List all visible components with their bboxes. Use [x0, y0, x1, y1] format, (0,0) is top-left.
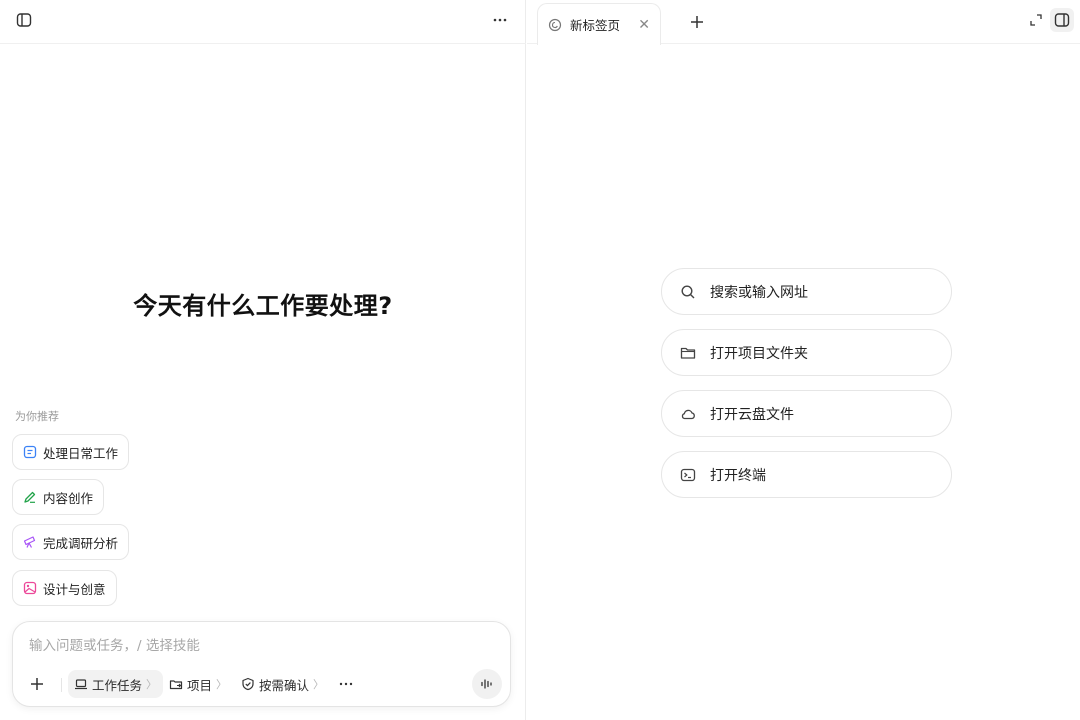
search-icon [681, 284, 695, 298]
search-or-url-button[interactable]: 搜索或输入网址 [661, 268, 952, 315]
prompt-input[interactable] [29, 634, 489, 658]
pen-icon [24, 491, 36, 503]
shield-check-icon [242, 677, 254, 691]
sidebar-toggle-icon[interactable] [12, 8, 36, 32]
recommend-title: 为你推荐 [15, 410, 59, 423]
app-window: 今天有什么工作要处理? 为你推荐 处理日常工作 内容创作 完成调研分析 设计与创… [0, 0, 1080, 720]
image-icon [23, 581, 37, 595]
browser-panel: 新标签页 ✕ 搜索或输入网址 打开项目文件夹 打开云盘文件 打开终端 [527, 0, 1080, 720]
chevron-right-icon: 〉 [216, 678, 228, 691]
browser-tab-icon [548, 18, 562, 31]
confirm-mode-selector[interactable]: 按需确认 〉 [235, 670, 330, 698]
project-icon [169, 680, 183, 690]
chip-label: 设计与创意 [43, 581, 106, 597]
close-tab-icon[interactable]: ✕ [638, 17, 650, 33]
open-terminal-button[interactable]: 打开终端 [661, 451, 952, 498]
chip-label: 内容创作 [43, 490, 94, 506]
panel-toggle-icon[interactable] [1050, 8, 1074, 32]
more-tools-icon[interactable] [334, 672, 358, 696]
laptop-icon [75, 679, 87, 690]
action-label: 打开云盘文件 [710, 406, 794, 423]
chip-label: 处理日常工作 [43, 445, 119, 461]
list-doc-icon [23, 445, 37, 459]
chip-daily-work[interactable]: 处理日常工作 [12, 434, 130, 470]
tab-bar: 新标签页 ✕ [527, 0, 1080, 45]
tab-new-tab[interactable]: 新标签页 ✕ [537, 3, 661, 45]
work-task-selector[interactable]: 工作任务 〉 [68, 670, 164, 698]
chat-toolbar [0, 0, 526, 44]
more-options-icon[interactable] [488, 8, 512, 32]
telescope-icon [23, 536, 36, 548]
composer: 工作任务 〉 项目 〉 按需确认 〉 [12, 621, 511, 707]
terminal-icon [680, 468, 696, 481]
action-label: 打开项目文件夹 [710, 345, 808, 362]
collapse-icon[interactable] [1024, 8, 1048, 32]
project-selector[interactable]: 项目 〉 [163, 670, 233, 698]
open-project-folder-button[interactable]: 打开项目文件夹 [661, 329, 952, 376]
chip-research[interactable]: 完成调研分析 [12, 524, 130, 560]
add-attachment-icon[interactable] [25, 672, 49, 696]
cloud-icon [681, 409, 695, 419]
chevron-right-icon: 〉 [313, 678, 325, 691]
tab-title: 新标签页 [570, 18, 621, 33]
waveform-icon [481, 679, 492, 689]
voice-input-button[interactable] [472, 669, 502, 699]
chip-design[interactable]: 设计与创意 [12, 570, 117, 606]
work-task-label: 工作任务 [92, 677, 143, 693]
folder-icon [680, 347, 696, 359]
open-cloud-file-button[interactable]: 打开云盘文件 [661, 390, 952, 437]
action-label: 搜索或输入网址 [710, 284, 808, 301]
chevron-right-icon: 〉 [146, 678, 158, 691]
page-title: 今天有什么工作要处理? [133, 292, 393, 320]
chat-panel: 今天有什么工作要处理? 为你推荐 处理日常工作 内容创作 完成调研分析 设计与创… [0, 0, 526, 720]
chip-content-creation[interactable]: 内容创作 [12, 479, 105, 515]
project-label: 项目 [187, 677, 213, 693]
confirm-mode-label: 按需确认 [259, 677, 310, 693]
action-label: 打开终端 [710, 467, 766, 484]
new-tab-icon[interactable] [685, 10, 709, 34]
divider [61, 678, 62, 692]
chip-label: 完成调研分析 [43, 535, 119, 551]
